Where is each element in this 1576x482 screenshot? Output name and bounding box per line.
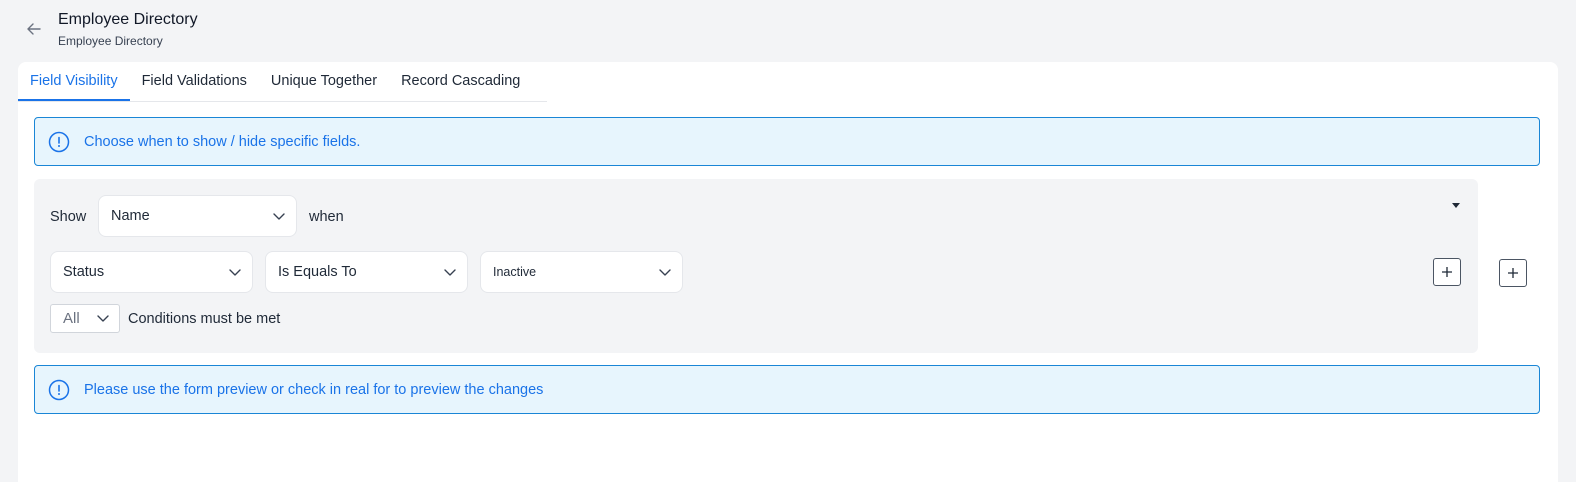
page-subtitle: Employee Directory xyxy=(58,34,163,48)
match-mode-value: All xyxy=(63,310,80,327)
condition-field-value: Status xyxy=(63,264,105,280)
tab-bar: Field Visibility Field Validations Uniqu… xyxy=(18,62,547,102)
page-title: Employee Directory xyxy=(58,11,198,28)
tab-field-validations[interactable]: Field Validations xyxy=(130,62,259,100)
info-circle-icon xyxy=(48,379,70,401)
plus-icon xyxy=(1508,268,1518,278)
settings-card: Field Visibility Field Validations Uniqu… xyxy=(18,62,1558,482)
target-field-select[interactable]: Name xyxy=(98,195,297,237)
chevron-down-icon xyxy=(229,269,241,276)
match-mode-select[interactable]: All xyxy=(50,304,120,333)
info-banner-top: Choose when to show / hide specific fiel… xyxy=(34,117,1540,166)
info-message: Please use the form preview or check in … xyxy=(84,381,544,398)
condition-value: Inactive xyxy=(493,265,537,279)
info-circle-icon xyxy=(48,131,70,153)
add-condition-button[interactable] xyxy=(1433,258,1461,286)
add-rule-button[interactable] xyxy=(1499,259,1527,287)
page-header: Employee Directory Employee Directory xyxy=(0,0,1576,62)
chevron-down-icon xyxy=(273,213,285,220)
target-field-value: Name xyxy=(111,208,150,224)
tab-field-visibility[interactable]: Field Visibility xyxy=(18,62,130,101)
show-label: Show xyxy=(50,209,87,225)
visibility-rule: Show Name when Status Is Equals To Inact… xyxy=(34,179,1478,353)
info-banner-bottom: Please use the form preview or check in … xyxy=(34,365,1540,414)
back-button[interactable] xyxy=(22,18,46,40)
collapse-caret-icon[interactable] xyxy=(1452,203,1460,208)
condition-operator-select[interactable]: Is Equals To xyxy=(265,251,468,293)
tab-record-cascading[interactable]: Record Cascading xyxy=(389,62,532,100)
arrow-left-icon xyxy=(27,23,41,35)
chevron-down-icon xyxy=(97,315,109,322)
condition-operator-value: Is Equals To xyxy=(278,264,357,280)
condition-value-select[interactable]: Inactive xyxy=(480,251,683,293)
condition-field-select[interactable]: Status xyxy=(50,251,253,293)
chevron-down-icon xyxy=(444,269,456,276)
tab-unique-together[interactable]: Unique Together xyxy=(259,62,389,100)
match-mode-label: Conditions must be met xyxy=(128,311,281,327)
chevron-down-icon xyxy=(659,269,671,276)
when-label: when xyxy=(309,209,344,225)
info-message: Choose when to show / hide specific fiel… xyxy=(84,133,361,150)
plus-icon xyxy=(1442,267,1452,277)
